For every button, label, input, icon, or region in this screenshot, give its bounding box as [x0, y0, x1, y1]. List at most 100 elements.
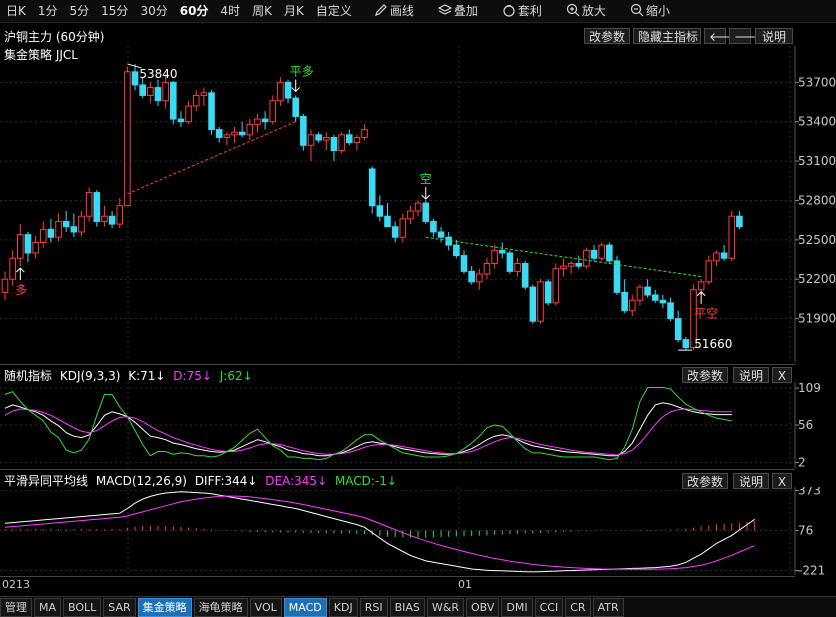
indicator-tab-5[interactable]: 海龟策略	[193, 598, 248, 617]
candle-body	[284, 81, 292, 99]
indicator-tab-14[interactable]: CCI	[534, 598, 564, 617]
macd-title: 平滑异同平均线	[4, 474, 89, 488]
period-9[interactable]: 自定义	[310, 0, 358, 22]
candle-body	[552, 268, 560, 304]
kdj-d-value: D:75↓	[173, 369, 212, 383]
kdj-tick-label-0: 2	[798, 456, 806, 468]
candle-body	[93, 192, 101, 222]
price-tick-label-4: 53100	[798, 154, 836, 168]
kdj-divider	[0, 364, 795, 365]
tool-zoom-out-button[interactable]: 缩小	[624, 0, 676, 22]
candle-body	[307, 134, 315, 146]
modify-params-button[interactable]: 改参数	[584, 28, 630, 44]
kdj-chart[interactable]: 2 56 109	[0, 382, 836, 468]
period-7[interactable]: 周K	[246, 0, 278, 22]
indicator-tab-0[interactable]: 管理	[0, 598, 32, 617]
candle-body	[674, 318, 682, 341]
indicator-tab-15[interactable]: CR	[565, 598, 591, 617]
candle-body	[24, 234, 32, 254]
candle-body	[162, 81, 169, 102]
macd-divider	[0, 469, 795, 470]
indicator-tab-8[interactable]: KDJ	[328, 598, 358, 617]
indicator-tab-1[interactable]: MA	[34, 598, 62, 617]
candle-body	[300, 115, 307, 146]
candle-body	[177, 118, 185, 123]
indicator-tab-6[interactable]: VOL	[249, 598, 282, 617]
candle-body	[124, 71, 131, 207]
candle-body	[407, 210, 414, 220]
period-2[interactable]: 5分	[64, 0, 96, 22]
candle-body	[147, 87, 154, 96]
tool-pen-button[interactable]: 画线	[368, 0, 420, 22]
signal-marker-3: 平空	[694, 291, 718, 321]
kdj-modify-button[interactable]: 改参数	[682, 367, 728, 383]
indicator-tab-7[interactable]: MACD	[283, 598, 327, 617]
indicator-tab-10[interactable]: BIAS	[389, 598, 425, 617]
candle-body	[529, 286, 537, 322]
signal-arrow-up-icon	[15, 267, 25, 281]
candle-body	[154, 87, 162, 102]
period-1[interactable]: 1分	[32, 0, 64, 22]
candle-body	[697, 281, 705, 291]
indicator-tab-12[interactable]: OBV	[466, 598, 500, 617]
candle-body	[9, 257, 16, 280]
tool-stack-button[interactable]: 叠加	[432, 0, 484, 22]
period-0[interactable]: 日K	[0, 0, 32, 22]
candle-body	[223, 134, 231, 138]
signal-marker-1: 平多	[290, 64, 314, 93]
candle-body	[277, 81, 284, 102]
signal-label: 空	[420, 172, 432, 186]
candle-body	[590, 249, 598, 259]
candle-body	[521, 262, 529, 288]
indicator-tab-13[interactable]: DMI	[501, 598, 533, 617]
period-8[interactable]: 月K	[278, 0, 310, 22]
period-5[interactable]: 60分	[174, 0, 215, 22]
period-3[interactable]: 15分	[95, 0, 134, 22]
main-help-button[interactable]: 说明	[755, 28, 793, 44]
candle-body	[353, 136, 361, 144]
candle-body	[200, 92, 208, 96]
scroll-right-button[interactable]: 🡒	[729, 28, 766, 44]
candle-body	[292, 97, 299, 117]
candlestick-chart[interactable]: 51900 52200 52500 52800 53100 53400 53700 53840…	[0, 46, 836, 362]
indicator-tab-11[interactable]: W&R	[426, 598, 464, 617]
price-tick-label-0: 51900	[798, 312, 836, 326]
kdj-help-button[interactable]: 说明	[733, 367, 769, 383]
candle-body	[437, 231, 445, 238]
hide-main-indicator-button[interactable]: 隐藏主指标	[633, 28, 701, 44]
kdj-tick-label-1: 56	[798, 418, 813, 432]
kdj-tick-label-2: 109	[798, 382, 821, 395]
macd-dea-value: DEA:345↓	[265, 474, 328, 488]
kdj-params: KDJ(9,3,3)	[59, 369, 121, 383]
indicator-tab-4[interactable]: 集金策略	[137, 598, 192, 617]
candle-body	[62, 220, 70, 228]
indicator-tab-3[interactable]: SAR	[103, 598, 136, 617]
candle-body	[330, 136, 338, 152]
scroll-left-button[interactable]: 🡐	[704, 28, 741, 44]
candle-body	[498, 249, 506, 254]
candle-body	[131, 71, 139, 86]
candle-body	[1, 278, 9, 293]
zoom-out-icon	[630, 3, 644, 17]
kdj-close-button[interactable]: X	[772, 367, 792, 383]
tool-moneybag-button[interactable]: 套利	[496, 0, 548, 22]
candle-body	[644, 286, 651, 296]
time-label-mid: 01	[458, 578, 472, 591]
macd-chart[interactable]: -221 76 373	[0, 487, 836, 575]
candle-body	[101, 215, 108, 222]
tool-zoom-in-button[interactable]: 放大	[560, 0, 612, 22]
indicator-tab-16[interactable]: ATR	[592, 598, 624, 617]
price-tick-label-3: 52800	[798, 193, 836, 207]
candle-body	[544, 281, 552, 304]
candle-body	[399, 218, 407, 238]
tool-label: 缩小	[645, 4, 670, 18]
candle-body	[368, 168, 376, 207]
indicator-tab-2[interactable]: BOLL	[63, 598, 102, 617]
period-6[interactable]: 4时	[214, 0, 246, 22]
candle-body	[254, 118, 261, 125]
candle-body	[659, 299, 667, 304]
candle-body	[476, 273, 483, 283]
period-4[interactable]: 30分	[134, 0, 173, 22]
indicator-tab-9[interactable]: RSI	[359, 598, 388, 617]
kdj-line-j	[4, 387, 732, 461]
